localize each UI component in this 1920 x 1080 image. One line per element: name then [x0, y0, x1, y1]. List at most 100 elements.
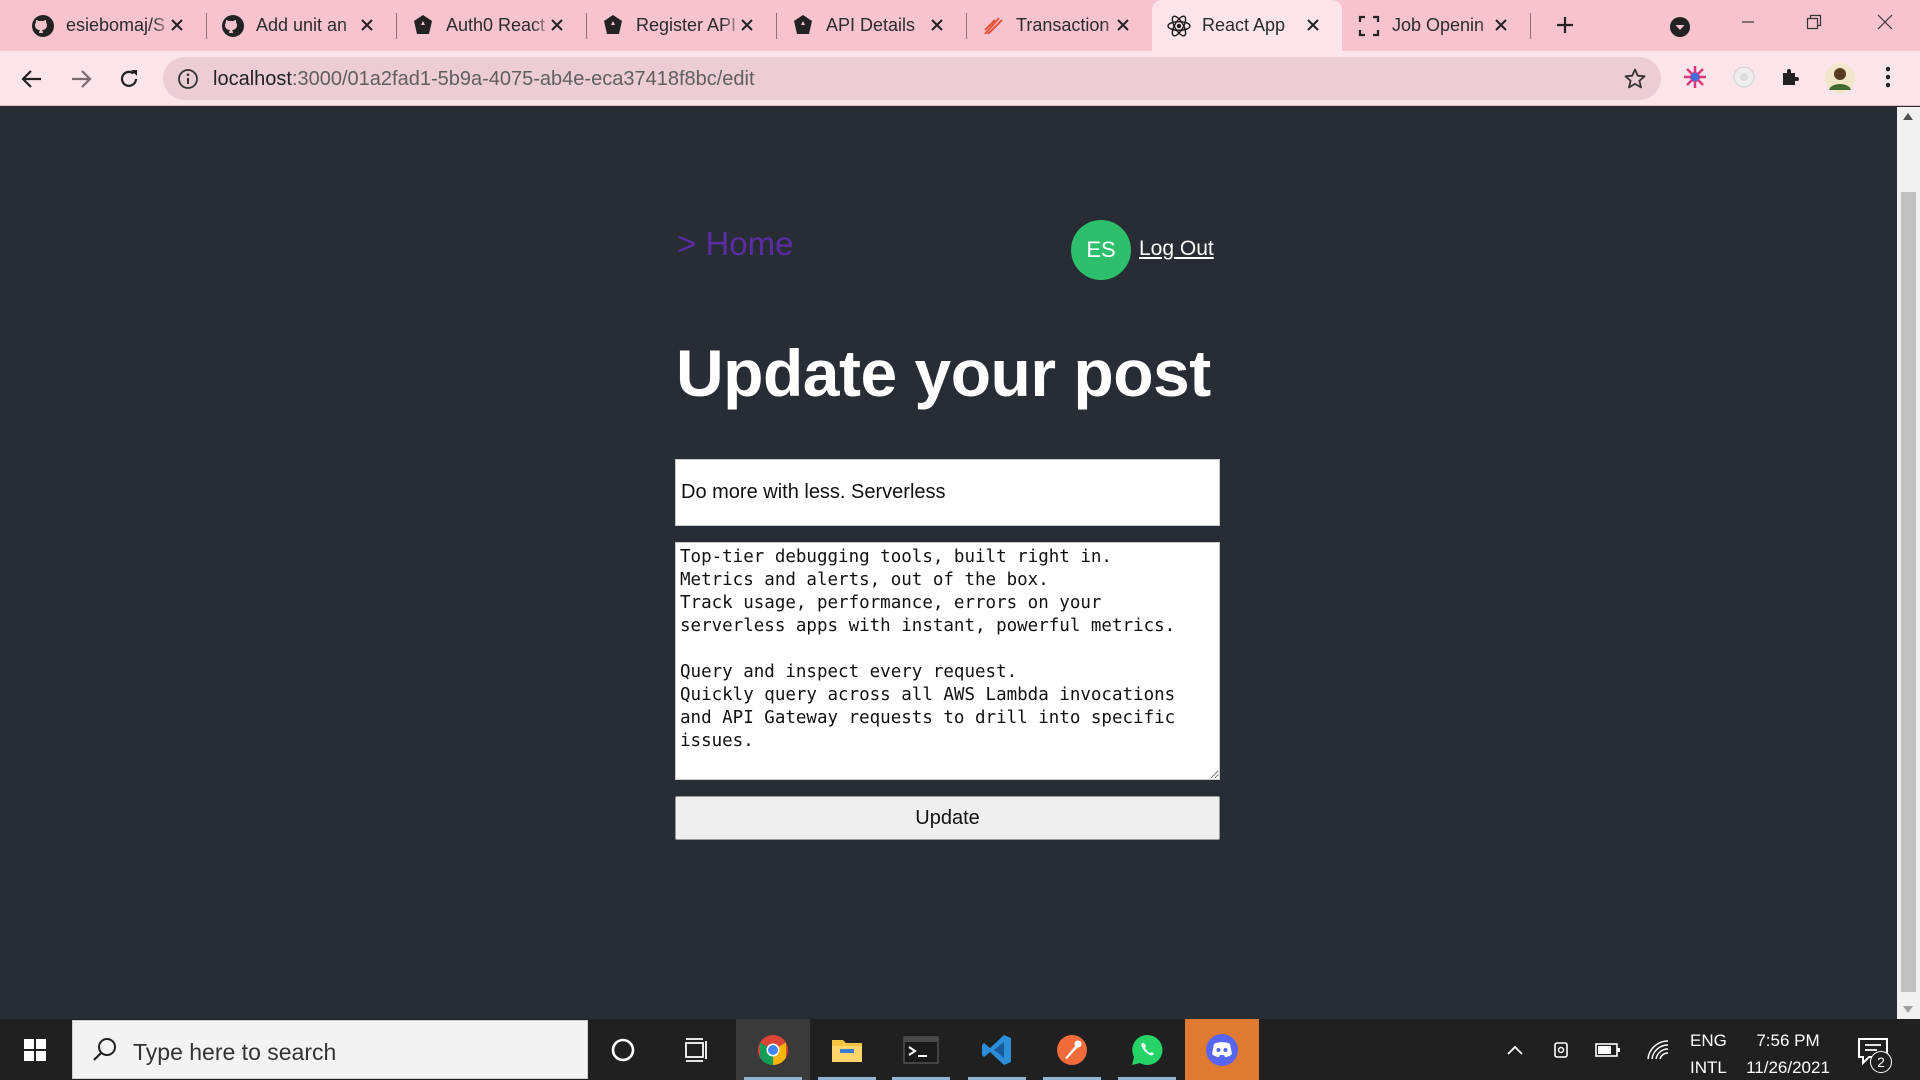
close-icon[interactable] [1490, 14, 1512, 36]
terminal-icon [903, 1036, 939, 1063]
close-icon [1877, 14, 1893, 30]
url-host: localhost [213, 68, 292, 90]
update-button[interactable]: Update [675, 796, 1220, 840]
tab-transaction[interactable]: Transaction [966, 0, 1152, 51]
input-language-indicator[interactable]: ENG INTL [1690, 1027, 1727, 1080]
expand-icon [1356, 13, 1382, 39]
network-button[interactable] [1642, 1019, 1674, 1080]
taskbar-discord[interactable] [1185, 1019, 1259, 1080]
scrollbar-thumb[interactable] [1901, 192, 1916, 992]
chrome-icon [758, 1034, 788, 1065]
show-hidden-icons-button[interactable] [1500, 1019, 1530, 1080]
page-content: > Home ES Log Out Update your post Top-t… [0, 107, 1897, 1019]
tab-title: React App [1202, 15, 1286, 35]
meet-now-button[interactable] [1548, 1019, 1576, 1080]
star-icon[interactable] [1623, 67, 1647, 91]
tab-title: Job Openin [1392, 15, 1485, 35]
url-path: :3000/01a2fad1-5b9a-4075-ab4e-eca37418f8… [291, 68, 755, 90]
taskbar-terminal[interactable] [884, 1019, 958, 1080]
battery-button[interactable] [1592, 1019, 1624, 1080]
tab-register-api[interactable]: Register API [586, 0, 776, 51]
reload-icon [120, 70, 138, 87]
taskbar-file-explorer[interactable] [810, 1019, 884, 1080]
close-icon[interactable] [166, 14, 188, 36]
taskbar-chrome[interactable] [736, 1019, 810, 1080]
cortana-icon [611, 1038, 635, 1061]
notification-count-badge: 2 [1870, 1051, 1892, 1073]
avatar-profile-icon[interactable] [1823, 61, 1857, 95]
close-icon[interactable] [1302, 14, 1324, 36]
battery-icon [1595, 1042, 1620, 1057]
browser-toolbar: localhost:3000/01a2fad1-5b9a-4075-ab4e-e… [0, 51, 1920, 106]
new-tab-button[interactable] [1548, 8, 1582, 42]
tab-github-esiebomaj[interactable]: esiebomaj/S [16, 0, 206, 51]
close-icon[interactable] [356, 14, 378, 36]
tab-title: Add unit an [256, 15, 348, 35]
system-clock[interactable]: 7:56 PM 11/26/2021 [1738, 1027, 1838, 1080]
github-icon [220, 13, 246, 39]
tab-title: esiebomaj/S [66, 15, 166, 35]
extension-colorful-icon[interactable] [1680, 62, 1710, 92]
taskbar-postman[interactable] [1035, 1019, 1109, 1080]
minimize-button[interactable] [1715, 0, 1781, 44]
extension-grey-icon[interactable] [1729, 62, 1759, 92]
logout-link[interactable]: Log Out [1139, 237, 1214, 261]
tab-search-button[interactable] [1665, 12, 1695, 42]
close-window-button[interactable] [1852, 0, 1918, 44]
tab-title: Register API [636, 15, 737, 35]
discord-icon [1206, 1033, 1238, 1066]
close-icon[interactable] [1112, 14, 1134, 36]
task-view-button[interactable] [660, 1019, 734, 1080]
post-body-textarea[interactable]: Top-tier debugging tools, built right in… [675, 542, 1220, 780]
minimize-icon [1742, 21, 1754, 23]
taskbar-vscode[interactable] [960, 1019, 1034, 1080]
address-bar[interactable]: localhost:3000/01a2fad1-5b9a-4075-ab4e-e… [163, 57, 1661, 100]
puzzle-icon[interactable] [1776, 62, 1806, 92]
post-title-input[interactable] [675, 459, 1220, 526]
page-scrollbar[interactable] [1897, 107, 1920, 1019]
close-icon[interactable] [926, 14, 948, 36]
tab-react-app[interactable]: React App [1152, 0, 1342, 51]
close-icon[interactable] [736, 14, 758, 36]
avatar: ES [1071, 220, 1131, 280]
reload-button[interactable] [111, 61, 147, 97]
tab-title: API Details [826, 15, 916, 35]
clock-date: 11/26/2021 [1746, 1058, 1830, 1077]
scroll-down-arrow-icon[interactable] [1903, 1006, 1913, 1013]
tab-auth0-react[interactable]: Auth0 React [396, 0, 586, 51]
task-view-icon [685, 1037, 707, 1062]
wifi-icon [1647, 1039, 1669, 1059]
chevron-down-icon [1670, 17, 1690, 37]
scroll-up-arrow-icon[interactable] [1903, 113, 1913, 120]
page-title: Update your post [676, 336, 1211, 410]
clock-time: 7:56 PM [1756, 1031, 1820, 1050]
restore-icon [1806, 14, 1822, 30]
tab-job-openings[interactable]: Job Openin [1342, 0, 1530, 51]
whatsapp-icon [1132, 1034, 1163, 1065]
cortana-button[interactable] [586, 1019, 660, 1080]
restore-button[interactable] [1781, 0, 1847, 44]
home-link[interactable]: > Home [677, 225, 793, 263]
tab-separator [1530, 13, 1531, 39]
tab-github-add-unit[interactable]: Add unit an [206, 0, 396, 51]
forward-button[interactable] [63, 61, 99, 97]
windows-taskbar: Type here to search ENG INTL 7:56 PM 11/… [0, 1019, 1920, 1080]
close-icon[interactable] [546, 14, 568, 36]
arrow-right-icon [72, 70, 92, 88]
tab-title: Transaction [1016, 15, 1110, 35]
url-text[interactable]: localhost:3000/01a2fad1-5b9a-4075-ab4e-e… [213, 68, 755, 91]
vscode-icon [982, 1034, 1011, 1065]
start-button[interactable] [0, 1019, 70, 1080]
back-button[interactable] [14, 61, 50, 97]
tab-api-details[interactable]: API Details [776, 0, 966, 51]
file-explorer-icon [832, 1039, 862, 1062]
keyboard-layout: INTL [1690, 1058, 1727, 1077]
auth0-icon [600, 13, 626, 39]
menu-icon[interactable] [1873, 62, 1903, 92]
taskbar-search-box[interactable]: Type here to search [72, 1020, 588, 1079]
search-icon [93, 1038, 116, 1061]
camera-icon [1554, 1041, 1568, 1058]
info-icon[interactable] [177, 68, 199, 90]
taskbar-whatsapp[interactable] [1110, 1019, 1184, 1080]
auth0-icon [410, 13, 436, 39]
